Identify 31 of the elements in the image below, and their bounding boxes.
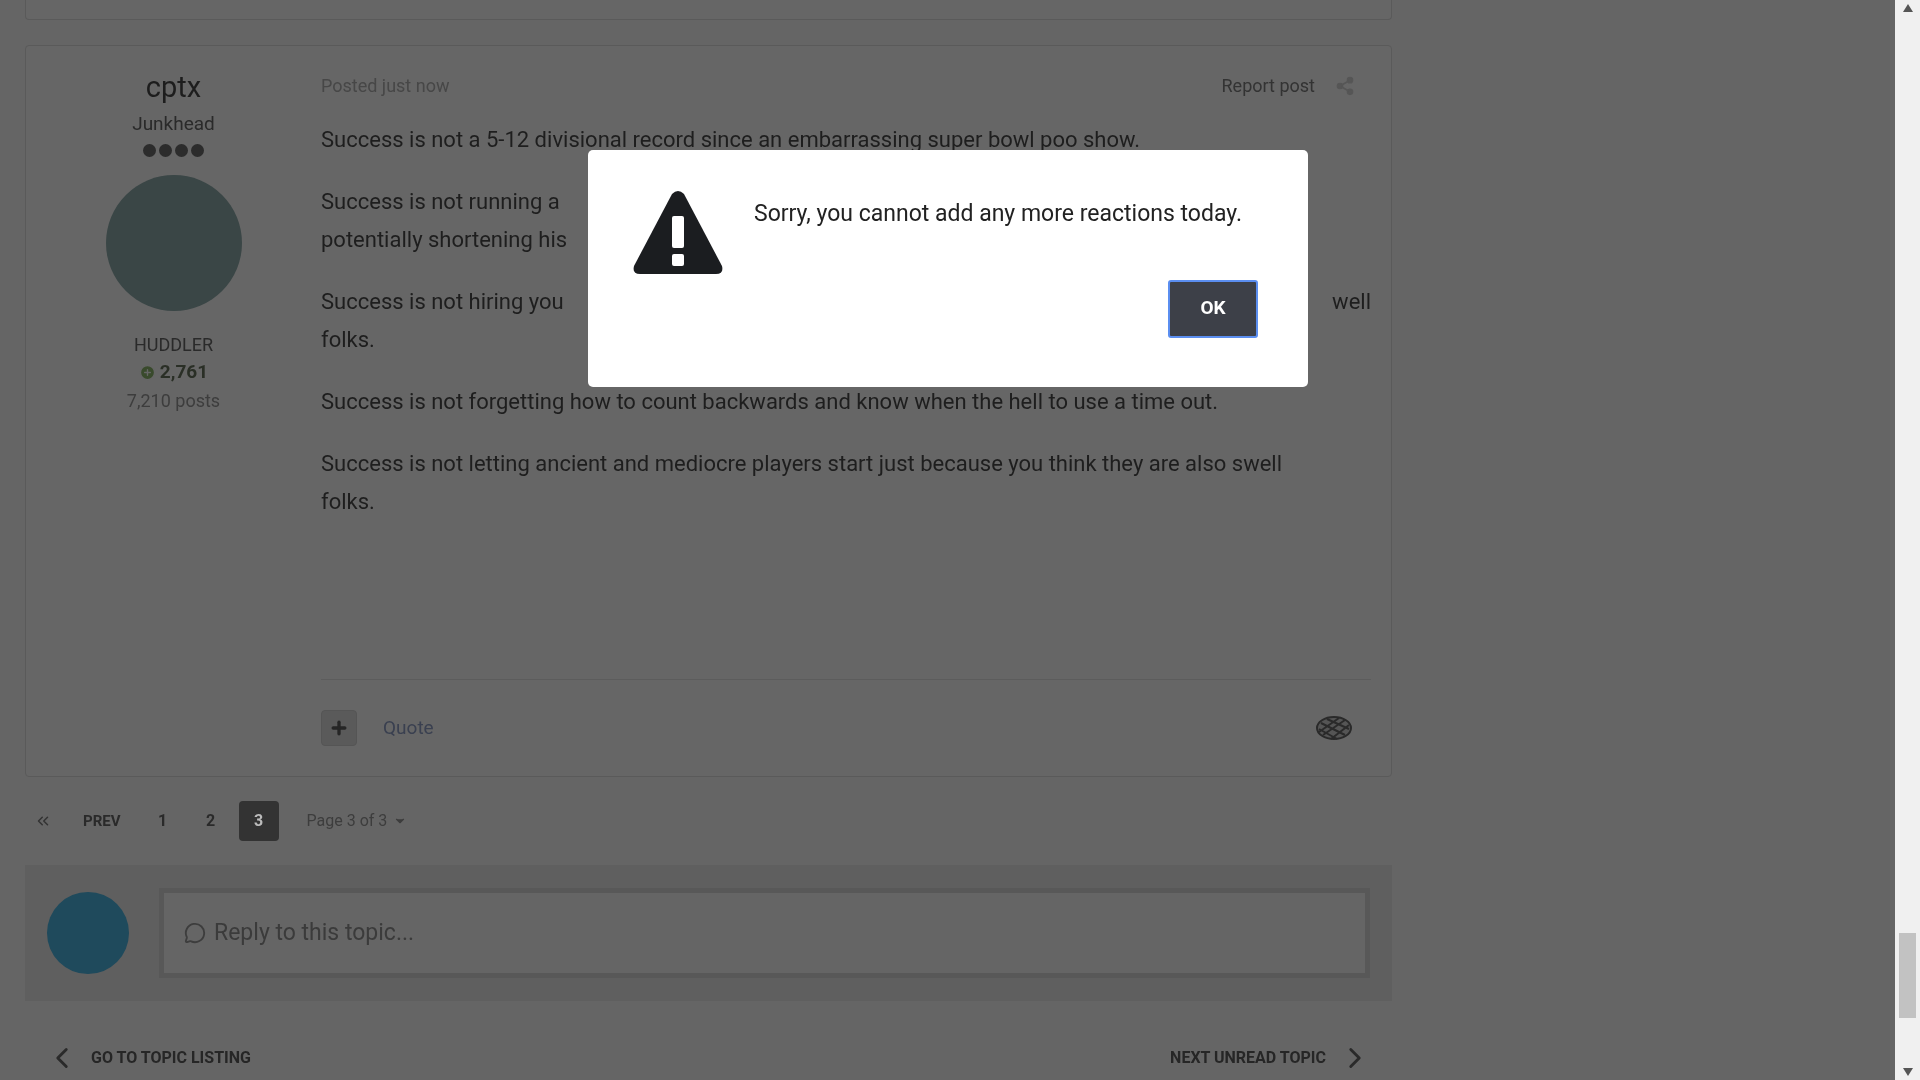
page-number[interactable]: 3 — [238, 801, 279, 841]
ok-button[interactable]: OK — [1168, 279, 1258, 338]
reputation-icon — [138, 363, 156, 381]
author-name[interactable]: cptx — [145, 66, 202, 110]
post-paragraph: Success is not letting ancient and mediocre players start just because you think they are also swell folks. — [321, 450, 1284, 516]
plus-icon — [329, 718, 349, 738]
scroll-up-icon[interactable] — [1902, 4, 1913, 12]
member-group: HUDDLER — [133, 331, 214, 358]
reaction-icon — [1315, 715, 1353, 741]
post-text-line: folks. — [321, 326, 375, 354]
scrollbar[interactable] — [1895, 0, 1920, 1080]
prev-page-button[interactable]: PREV — [69, 801, 135, 841]
post-text-line: Success is not hiring you — [321, 288, 564, 316]
reaction-button[interactable] — [321, 710, 357, 746]
post-paragraph: Success is not a 5-12 divisional record since an embarrassing super bowl poo show. — [321, 126, 1142, 154]
rank-title: Junkhead — [132, 110, 215, 137]
post-text-line: Success is not running a — [321, 188, 560, 216]
scrollbar-thumb[interactable] — [1899, 933, 1916, 1018]
warning-icon — [632, 190, 724, 276]
reputation-count: 2,761 — [159, 359, 209, 385]
page-number[interactable]: 2 — [190, 801, 231, 841]
rank-pips-icon — [143, 144, 204, 157]
scroll-down-icon[interactable] — [1902, 1068, 1913, 1076]
dialog-message: Sorry, you cannot add any more reactions today. — [754, 199, 1244, 229]
post-text-line: potentially shortening his — [321, 226, 568, 254]
post-paragraph: Success is not forgetting how to count backwards and know when the hell to use a time out. — [321, 388, 1220, 416]
topic-listing-link[interactable]: GO TO TOPIC LISTING — [91, 1046, 251, 1070]
next-topic-link[interactable]: NEXT UNREAD TOPIC — [1170, 1046, 1326, 1070]
speech-bubble-icon — [184, 922, 206, 944]
post-text-line: well — [1332, 288, 1371, 316]
page-number[interactable]: 1 — [142, 801, 183, 841]
